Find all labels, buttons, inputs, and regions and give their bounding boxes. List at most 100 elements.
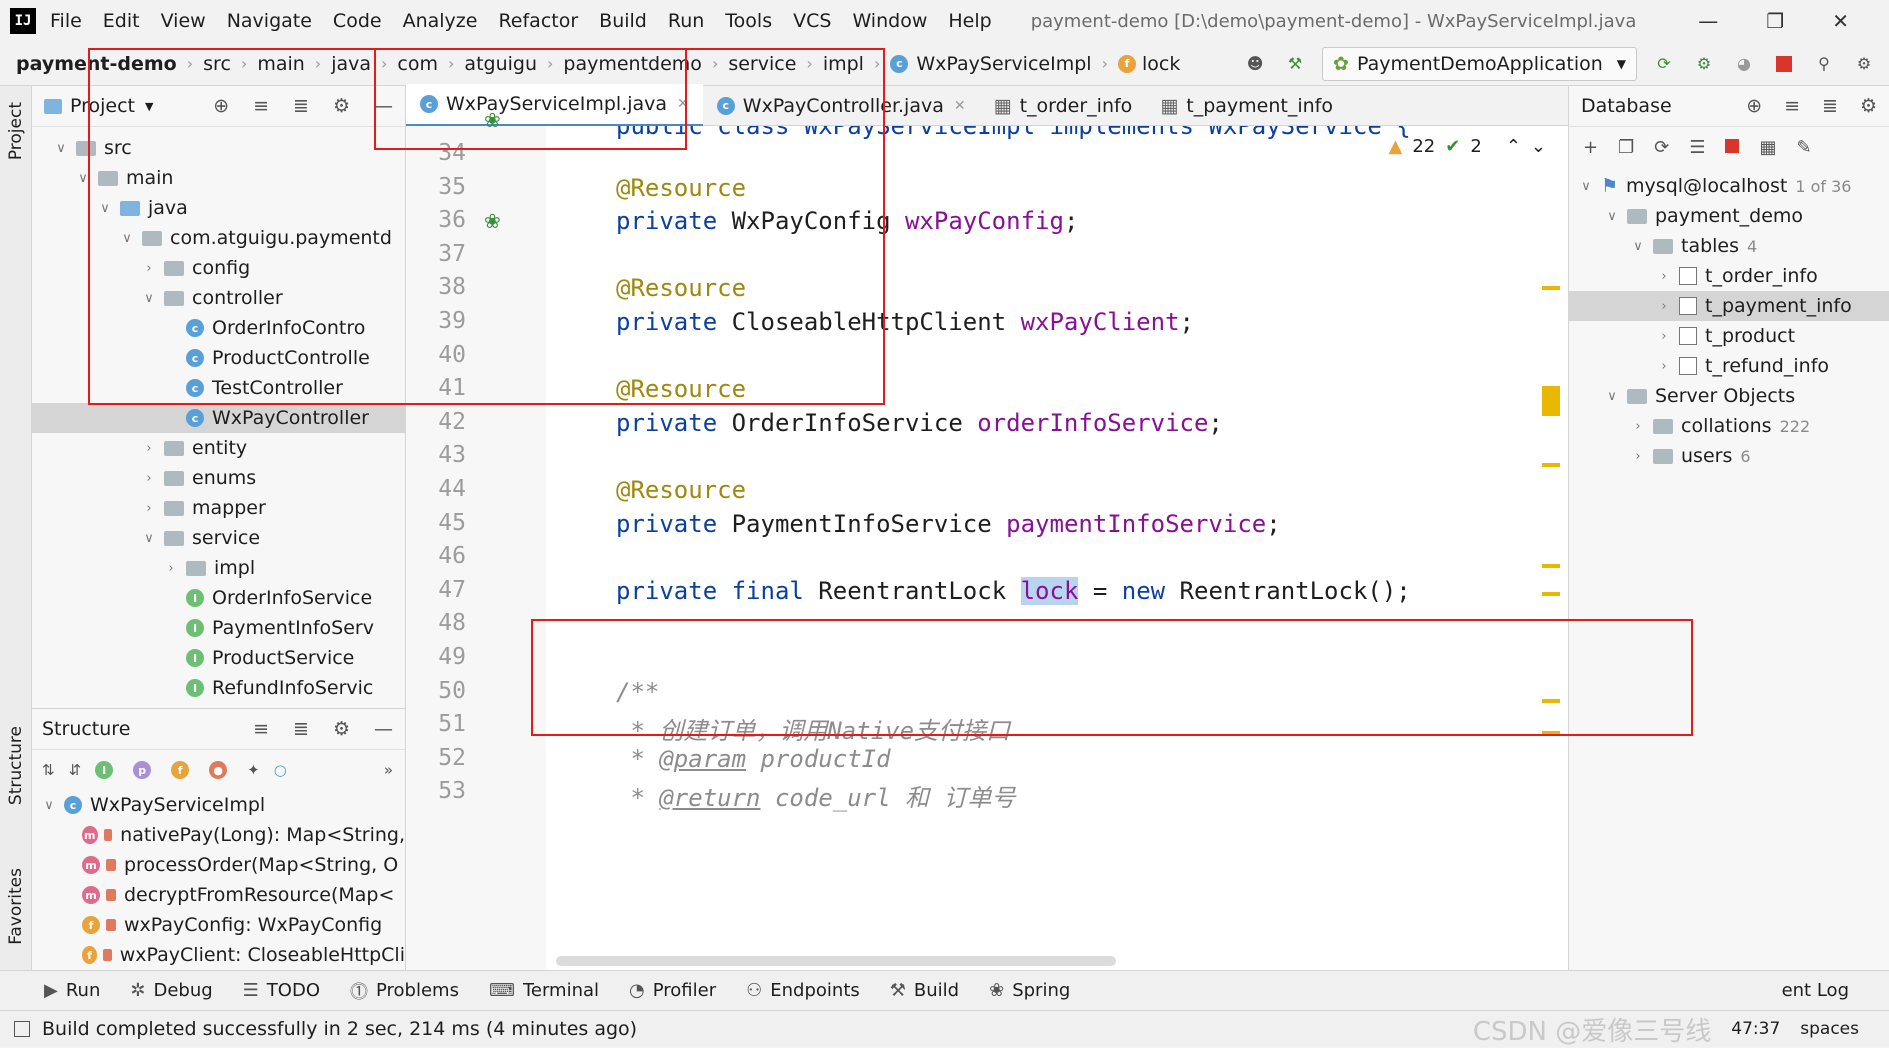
tool-window-terminal[interactable]: ⌨ Terminal [489, 980, 599, 1001]
show-inherited-icon[interactable]: I [95, 761, 114, 779]
add-icon[interactable]: + [1583, 137, 1598, 158]
structure-side-tab[interactable]: Structure [6, 726, 26, 805]
menu-file[interactable]: File [50, 10, 82, 32]
database-tree-item[interactable]: ∨ tables 4 [1569, 231, 1889, 261]
scrollbar-marker[interactable] [1542, 463, 1560, 467]
structure-member[interactable]: m nativePay(Long): Map<String, [32, 820, 405, 850]
status-square-icon[interactable] [14, 1021, 30, 1037]
tool-window-profiler[interactable]: ◔ Profiler [629, 980, 716, 1001]
database-tree-item[interactable]: ∨ payment_demo [1569, 201, 1889, 231]
menu-window[interactable]: Window [852, 10, 927, 32]
horizontal-scrollbar[interactable] [556, 956, 1116, 966]
refresh-icon[interactable]: ⟳ [1654, 137, 1669, 158]
table-icon[interactable]: ▦ [1759, 137, 1776, 158]
stop-icon[interactable] [1725, 137, 1740, 158]
tool-window-debug[interactable]: ✲ Debug [130, 980, 212, 1001]
gear-icon[interactable]: ⚙ [333, 718, 350, 740]
copy-icon[interactable]: ❐ [1618, 137, 1634, 158]
database-tree-item[interactable]: › t_refund_info [1569, 351, 1889, 381]
close-tab-icon[interactable]: ✕ [954, 98, 966, 114]
schema-icon[interactable]: ☰ [1689, 137, 1705, 158]
scrollbar-marker[interactable] [1542, 564, 1560, 568]
tool-window-endpoints[interactable]: ⚇ Endpoints [746, 980, 860, 1001]
project-side-tab[interactable]: Project [6, 102, 26, 160]
anonymous-classes-icon[interactable]: ○ [274, 761, 287, 779]
menu-view[interactable]: View [161, 10, 206, 32]
run-configuration-select[interactable]: ✿ PaymentDemoApplication ▼ [1322, 46, 1637, 81]
structure-member[interactable]: f wxPayConfig: WxPayConfig [32, 910, 405, 940]
menu-edit[interactable]: Edit [103, 10, 140, 32]
profiler-icon[interactable]: ◕ [1731, 51, 1757, 77]
inspection-widget[interactable]: ▲ 22 ✔ 2 ⌃ ⌄ [1389, 136, 1546, 157]
database-tree-item[interactable]: › users 6 [1569, 441, 1889, 471]
show-fields-icon[interactable]: f [171, 761, 190, 779]
project-tree-item[interactable]: ∨ service [32, 523, 405, 553]
menu-analyze[interactable]: Analyze [403, 10, 478, 32]
hammer-icon[interactable]: ⚒ [1282, 51, 1308, 77]
project-tree-item[interactable]: c WxPayController [32, 403, 405, 433]
menu-run[interactable]: Run [668, 10, 704, 32]
menu-build[interactable]: Build [599, 10, 647, 32]
collapse-all-icon[interactable]: ≣ [293, 718, 309, 740]
user-icon[interactable]: ☻ [1242, 51, 1268, 77]
stop-icon[interactable] [1771, 51, 1797, 77]
hide-icon[interactable]: — [374, 718, 393, 740]
project-tree-item[interactable]: › mapper [32, 493, 405, 523]
tool-window-problems[interactable]: ⓵ Problems [350, 978, 459, 1004]
structure-member[interactable]: f wxPayClient: CloseableHttpCli [32, 940, 405, 970]
database-tree-item[interactable]: ∨ Server Objects [1569, 381, 1889, 411]
show-non-public-icon[interactable]: ● [209, 761, 228, 779]
project-tree-item[interactable]: I RefundInfoServic [32, 673, 405, 703]
minimize-icon[interactable]: — [1698, 9, 1718, 33]
structure-member[interactable]: m processOrder(Map<String, O [32, 850, 405, 880]
scrollbar-marker[interactable] [1542, 386, 1560, 416]
show-properties-icon[interactable]: p [133, 761, 152, 779]
menu-tools[interactable]: Tools [725, 10, 772, 32]
chevron-up-icon[interactable]: ⌃ [1506, 136, 1521, 157]
database-tree-item[interactable]: ∨ ⚑ mysql@localhost 1 of 36 [1569, 171, 1889, 201]
menu-navigate[interactable]: Navigate [227, 10, 312, 32]
locate-icon[interactable]: ⊕ [1746, 95, 1762, 117]
tool-window-spring[interactable]: ❀ Spring [989, 980, 1070, 1001]
collapse-all-icon[interactable]: ≣ [1822, 95, 1838, 117]
project-tree-item[interactable]: › impl [32, 553, 405, 583]
edit-icon[interactable]: ✎ [1796, 137, 1811, 158]
scrollbar-marker[interactable] [1542, 592, 1560, 596]
menu-help[interactable]: Help [948, 10, 991, 32]
tool-window-run[interactable]: ▶ Run [44, 980, 100, 1001]
structure-member[interactable]: m decryptFromResource(Map< [32, 880, 405, 910]
caret-position[interactable]: 47:37 [1731, 1019, 1780, 1039]
debug-icon[interactable]: ⚙ [1691, 51, 1717, 77]
database-tree-item[interactable]: › t_payment_info [1569, 291, 1889, 321]
filter-icon[interactable]: ✦ [247, 761, 260, 779]
breadcrumb-item[interactable]: lock [1142, 53, 1180, 75]
editor-tab[interactable]: ▦ t_order_info [980, 86, 1147, 126]
rerun-icon[interactable]: ⟳ [1651, 51, 1677, 77]
menu-refactor[interactable]: Refactor [498, 10, 578, 32]
settings-icon[interactable]: ⚙ [1851, 51, 1877, 77]
close-icon[interactable]: ✕ [1832, 9, 1849, 33]
tool-window-todo[interactable]: ☰ TODO [243, 980, 320, 1001]
sort-alpha-icon[interactable]: ⇅ [42, 761, 55, 779]
project-tree-item[interactable]: › entity [32, 433, 405, 463]
expand-all-icon[interactable]: ≡ [1784, 95, 1800, 117]
editor-tab[interactable]: ▦ t_payment_info [1146, 86, 1347, 126]
project-tree-item[interactable]: › enums [32, 463, 405, 493]
project-tree-item[interactable]: I PaymentInfoServ [32, 613, 405, 643]
structure-root[interactable]: ∨ c WxPayServiceImpl [32, 790, 405, 820]
favorites-side-tab[interactable]: Favorites [6, 868, 26, 945]
database-tree-item[interactable]: › collations 222 [1569, 411, 1889, 441]
scrollbar-marker[interactable] [1542, 286, 1560, 290]
restore-icon[interactable]: ❐ [1766, 9, 1784, 33]
more-icon[interactable]: » [384, 761, 405, 779]
tool-window-build[interactable]: ⚒ Build [890, 980, 959, 1001]
database-tree-item[interactable]: › t_product [1569, 321, 1889, 351]
database-tree-item[interactable]: › t_order_info [1569, 261, 1889, 291]
project-tree-item[interactable]: I OrderInfoService [32, 583, 405, 613]
sort-visibility-icon[interactable]: ⇵ [69, 761, 82, 779]
breadcrumb-item[interactable]: WxPayServiceImpl [916, 53, 1091, 75]
gear-icon[interactable]: ⚙ [1860, 95, 1877, 117]
menu-code[interactable]: Code [333, 10, 382, 32]
project-tree-item[interactable]: I ProductService [32, 643, 405, 673]
indent-setting[interactable]: spaces [1800, 1019, 1859, 1039]
